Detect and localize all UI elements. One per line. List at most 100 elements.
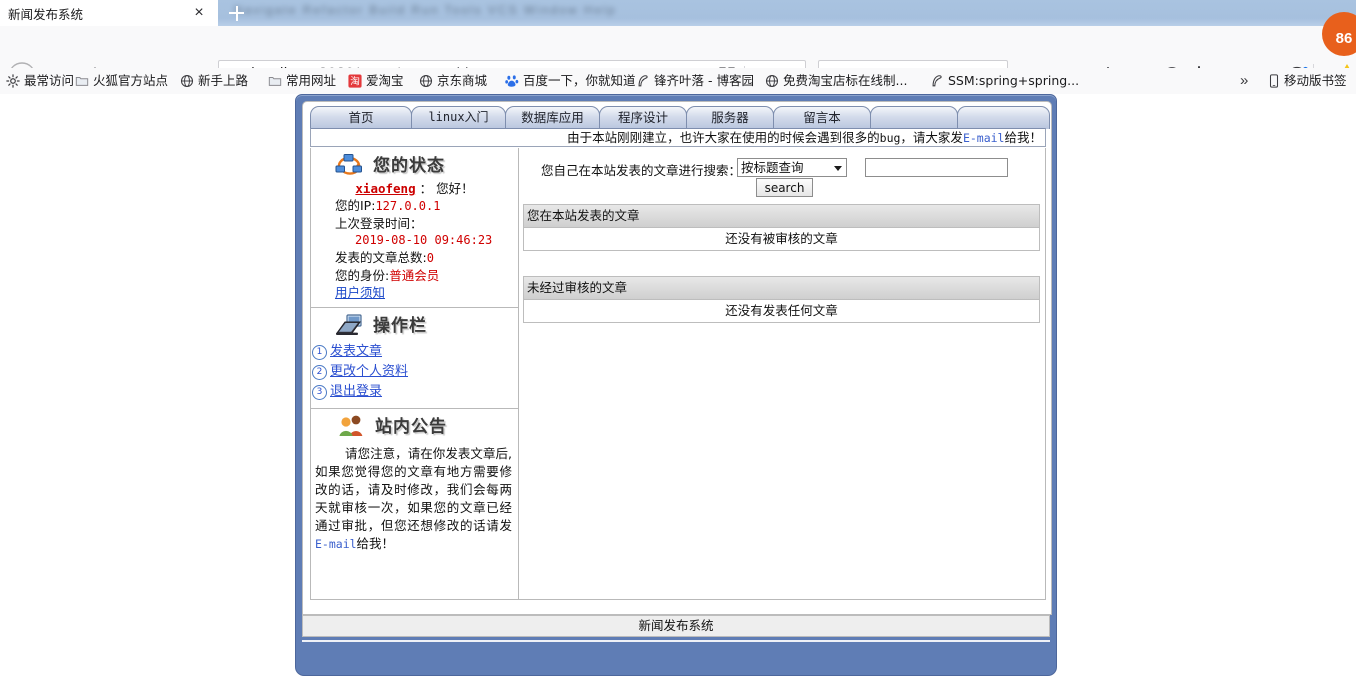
search-type-select[interactable]: 按标题查询 <box>737 158 847 177</box>
search-type-value: 按标题查询 <box>741 160 804 175</box>
status-lastlogin-label: 上次登录时间： <box>335 216 423 231</box>
bookmark-item-4[interactable]: 淘爱淘宝 <box>348 72 404 90</box>
status-greeting: xiaofeng ： 您好！ <box>315 180 514 197</box>
navigation-toolbar: localhost:8080/news/personal.jsp ⋯ <box>0 12 1356 90</box>
bookmark-label: 最常访问 <box>24 73 75 88</box>
bookmark-label: 火狐官方站点 <box>93 73 169 88</box>
operation-label[interactable]: 发表文章 <box>330 344 382 359</box>
close-icon[interactable]: × <box>190 4 208 22</box>
browser-tab-title: 新闻发布系统 <box>8 7 84 22</box>
bookmark-label: 百度一下，你就知道 <box>523 73 636 88</box>
operations-list: 1 发表文章 2 更改个人资料 3 退出登录 <box>311 340 518 408</box>
status-lastlogin-label-row: 上次登录时间： <box>315 215 514 232</box>
site-nav-tab-6[interactable] <box>870 106 958 129</box>
search-form-label: 您自己在本站发表的文章进行搜索： <box>541 163 742 178</box>
site-nav-tab-7[interactable] <box>957 106 1050 129</box>
notice-bug-word: bug <box>879 131 901 145</box>
bookmark-label: 京东商城 <box>437 73 488 88</box>
announcement-text-before: 请您注意，请在你发表文章后,如果您觉得您的文章有地方需要修改的话，请及时修改，我… <box>315 446 512 533</box>
page-viewport: 首页 linux入门 数据库应用 程序设计 服务器 留言本 由于本站刚刚建立，也… <box>0 94 1356 680</box>
status-articles-row: 发表的文章总数:0 <box>315 249 514 267</box>
site-nav-tab-3[interactable]: 程序设计 <box>599 106 687 129</box>
browser-chrome: Navigate Refactor Build Run Tools VCS Wi… <box>0 0 1356 95</box>
site-nav-tab-2[interactable]: 数据库应用 <box>505 106 600 129</box>
status-panel-header: 您的状态 <box>311 148 518 180</box>
mobile-bookmarks-item[interactable]: 移动版书签 <box>1268 72 1347 90</box>
mobile-icon <box>1268 74 1280 93</box>
operation-number: 1 <box>312 345 327 360</box>
announcement-panel: 站内公告 请您注意，请在你发表文章后,如果您觉得您的文章有地方需要修改的话，请及… <box>311 409 518 561</box>
approved-articles-list: 您在本站发表的文章 还没有被审核的文章 <box>523 204 1040 251</box>
site-nav-tab-0[interactable]: 首页 <box>310 106 412 129</box>
operation-item-1[interactable]: 2 更改个人资料 <box>311 362 518 382</box>
bookmark-item-5[interactable]: 京东商城 <box>419 72 487 90</box>
site-nav-tab-5[interactable]: 留言本 <box>773 106 871 129</box>
bookmark-label: 常用网址 <box>286 73 337 88</box>
mobile-bookmarks-label: 移动版书签 <box>1284 73 1347 88</box>
status-lastlogin-value: 2019-08-10 09:46:23 <box>355 233 493 247</box>
notice-email-link[interactable]: E-mail <box>963 131 1005 145</box>
status-role-row: 您的身份:普通会员 <box>315 267 514 284</box>
bookmark-item-0[interactable]: 最常访问 <box>6 72 74 90</box>
notice-text-1: 由于本站刚刚建立，也许大家在使用的时候会遇到很多的 <box>567 130 880 145</box>
network-status-icon <box>335 153 363 177</box>
bookmarks-overflow-button[interactable]: » <box>1240 72 1248 90</box>
operations-panel: 操作栏 1 发表文章 2 更改个人资料 3 退出登录 <box>311 308 518 409</box>
site-nav-tab-4[interactable]: 服务器 <box>686 106 774 129</box>
bookmark-label: 锋齐叶落 - 博客园 <box>654 73 754 88</box>
search-keyword-input[interactable] <box>865 158 1008 177</box>
operation-item-2[interactable]: 3 退出登录 <box>311 382 518 402</box>
announcement-text: 请您注意，请在你发表文章后,如果您觉得您的文章有地方需要修改的话，请及时修改，我… <box>311 441 518 561</box>
site-nav-tab-1[interactable]: linux入门 <box>411 106 506 129</box>
bookmark-item-8[interactable]: 免费淘宝店标在线制... <box>765 72 907 90</box>
computer-icon <box>335 313 363 337</box>
operation-item-0[interactable]: 1 发表文章 <box>311 342 518 362</box>
announcement-panel-header: 站内公告 <box>311 409 518 441</box>
status-notice-row: 用户须知 <box>315 284 514 301</box>
operation-number: 2 <box>312 365 327 380</box>
bookmark-item-3[interactable]: 常用网址 <box>268 72 336 90</box>
gear-icon <box>6 74 20 93</box>
site-nav-tabs: 首页 linux入门 数据库应用 程序设计 服务器 留言本 <box>310 106 1050 129</box>
footer-divider <box>302 640 1050 642</box>
bookmark-item-6[interactable]: 百度一下，你就知道 <box>505 72 636 90</box>
user-notice-link[interactable]: 用户须知 <box>335 285 385 300</box>
announcement-text-after: 给我！ <box>356 536 395 551</box>
status-panel-body: xiaofeng ： 您好！ 您的IP:127.0.0.1 上次登录时间： 20… <box>311 180 518 307</box>
status-ip-value: 127.0.0.1 <box>375 199 441 213</box>
status-greeting-sep: ： <box>419 181 433 196</box>
pending-articles-empty: 还没有发表任何文章 <box>524 300 1039 322</box>
svg-text:淘: 淘 <box>350 76 360 88</box>
bookmark-label: 免费淘宝店标在线制... <box>783 73 908 88</box>
announcement-panel-title: 站内公告 <box>375 417 447 437</box>
notice-text-3: 给我！ <box>1004 130 1042 145</box>
globe-icon <box>180 74 194 93</box>
tab-strip: 新闻发布系统 × <box>0 0 1356 26</box>
status-articles-label: 发表的文章总数: <box>335 250 427 265</box>
notification-badge[interactable]: 86 <box>1322 12 1356 56</box>
globe-icon <box>765 74 779 93</box>
operation-label[interactable]: 退出登录 <box>330 384 382 399</box>
bookmark-item-9[interactable]: SSM:spring+spring... <box>930 72 1079 90</box>
site-body: 您的状态 xiaofeng ： 您好！ 您的IP:127.0.0.1 上次登录时… <box>310 148 1046 600</box>
announcement-email-link[interactable]: E-mail <box>315 537 357 551</box>
globe-icon <box>419 74 433 93</box>
baidu-icon <box>505 74 519 93</box>
bookmark-item-7[interactable]: 锋齐叶落 - 博客园 <box>636 72 754 90</box>
bookmark-item-2[interactable]: 新手上路 <box>180 72 248 90</box>
site-footer: 新闻发布系统 <box>302 615 1050 637</box>
bookmark-item-1[interactable]: 火狐官方站点 <box>75 72 168 90</box>
taobao-icon: 淘 <box>348 74 362 93</box>
search-button[interactable]: search <box>756 178 813 197</box>
status-role-value: 普通会员 <box>389 268 440 283</box>
operation-label[interactable]: 更改个人资料 <box>330 364 408 379</box>
pending-articles-list: 未经过审核的文章 还没有发表任何文章 <box>523 276 1040 323</box>
new-tab-icon[interactable] <box>226 3 246 23</box>
operations-panel-title: 操作栏 <box>373 316 427 336</box>
status-username: xiaofeng <box>355 181 416 196</box>
bookmark-icon <box>930 74 944 93</box>
folder-icon <box>75 74 89 93</box>
operation-number: 3 <box>312 385 327 400</box>
browser-tab[interactable]: 新闻发布系统 × <box>0 0 218 26</box>
folder-icon <box>268 74 282 93</box>
